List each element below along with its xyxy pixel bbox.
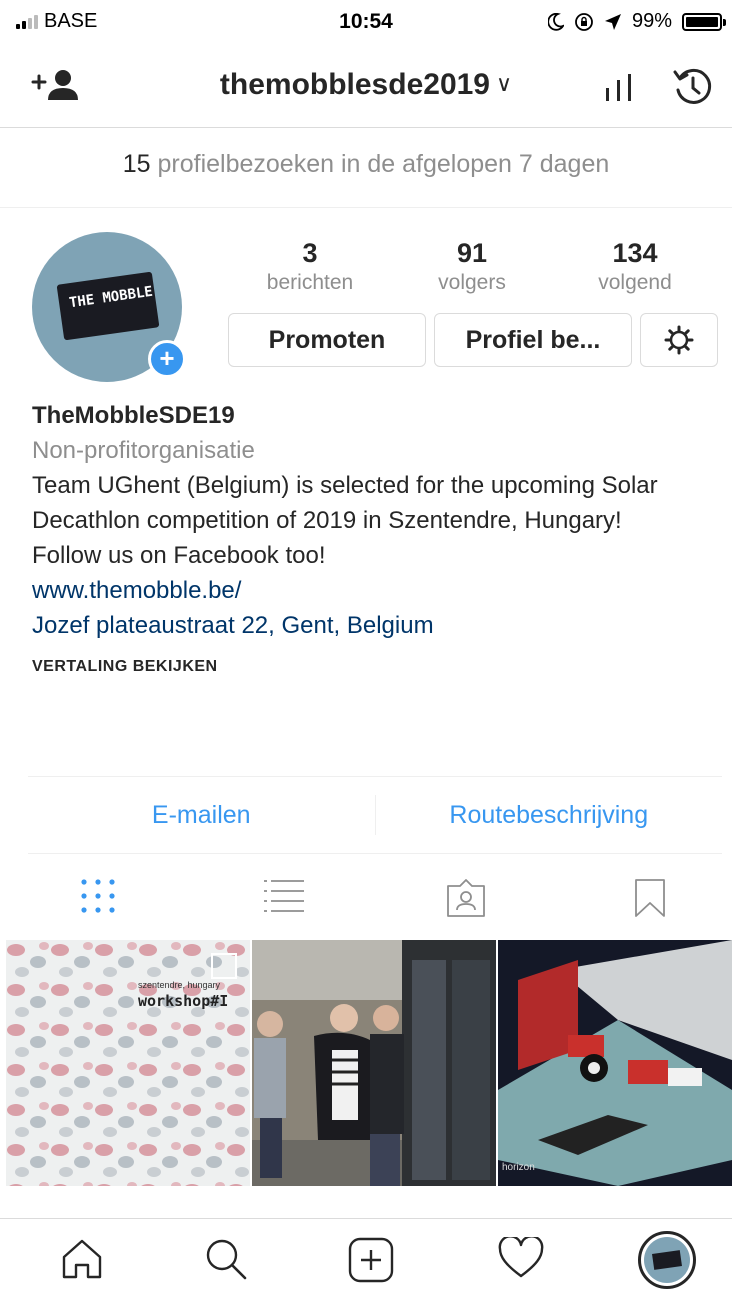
stat-label: berichten <box>266 271 354 294</box>
post-caption-small: szentendre, hungary <box>138 980 221 990</box>
search-icon[interactable] <box>204 1237 248 1281</box>
profile-tab-avatar[interactable] <box>638 1231 696 1289</box>
grid-view-icon[interactable] <box>80 878 116 914</box>
chevron-down-icon: ∨ <box>496 71 513 96</box>
insights-icon[interactable] <box>604 72 636 102</box>
stat-value: 91 <box>456 238 488 268</box>
visit-text: profielbezoeken in de afgelopen 7 dagen <box>157 150 610 178</box>
post-thumbnail[interactable] <box>252 940 496 1186</box>
rotation-lock-icon <box>575 12 593 31</box>
list-view-icon[interactable] <box>264 878 304 914</box>
bio-description: Team UGhent (Belgium) is selected for th… <box>32 472 658 534</box>
translate-link[interactable]: VERTALING BEKIJKEN <box>32 649 722 684</box>
email-button[interactable]: E-mailen <box>28 801 375 830</box>
stat-followers[interactable]: 91 volgers <box>402 238 542 295</box>
profile-bio: TheMobbleSDE19 Non-profitorganisatie Tea… <box>32 398 722 684</box>
stat-posts[interactable]: 3 berichten <box>240 238 380 295</box>
bio-follow-line: Follow us on Facebook too! <box>32 542 326 569</box>
stat-label: volgend <box>598 271 672 294</box>
archive-icon[interactable] <box>672 66 714 108</box>
post-thumbnail[interactable]: szentendre, hungary workshop#I <box>6 940 250 1186</box>
post-image-render <box>498 940 732 1186</box>
battery-percent: 99% <box>631 10 672 32</box>
address-link[interactable]: Jozef plateaustraat 22, Gent, Belgium <box>32 608 722 643</box>
post-caption-title: workshop#I <box>138 992 229 1010</box>
add-story-icon[interactable]: + <box>148 340 186 378</box>
stat-value: 3 <box>302 238 318 268</box>
profile-view-tabs <box>0 856 732 940</box>
post-image-photo <box>252 940 496 1186</box>
heart-icon[interactable] <box>498 1237 544 1279</box>
contact-buttons: E-mailen Routebeschrijving <box>28 776 722 854</box>
battery-icon <box>682 12 726 31</box>
moon-icon <box>547 12 564 31</box>
saved-icon[interactable] <box>634 878 666 918</box>
location-icon <box>604 13 621 30</box>
new-post-icon[interactable] <box>348 1237 394 1283</box>
profile-header: themobblesde2019 ∨ <box>0 48 732 128</box>
stat-value: 134 <box>612 238 658 268</box>
post-caption-small: horizon <box>502 1162 535 1173</box>
status-bar: BASE 10:54 99% <box>0 0 732 48</box>
post-thumbnail[interactable]: horizon <box>498 940 732 1186</box>
visit-count: 15 <box>122 150 151 178</box>
settings-button[interactable] <box>640 313 718 367</box>
edit-profile-button[interactable]: Profiel be... <box>434 313 632 367</box>
username-title: themobblesde2019 <box>219 68 490 101</box>
stat-following[interactable]: 134 volgend <box>565 238 705 295</box>
gear-icon <box>664 325 694 355</box>
post-grid: szentendre, hungary workshop#I horizon <box>0 940 732 1186</box>
profile-tab-avatar-image <box>644 1237 690 1283</box>
profile-visits-banner[interactable]: 15 profielbezoeken in de afgelopen 7 dag… <box>0 128 732 208</box>
promote-button[interactable]: Promoten <box>228 313 426 367</box>
post-image-pattern <box>6 940 250 1186</box>
home-icon[interactable] <box>60 1237 104 1281</box>
avatar-logo-text: THE MOBBLE <box>68 283 154 312</box>
profile-name: TheMobbleSDE19 <box>32 402 235 429</box>
directions-button[interactable]: Routebeschrijving <box>376 801 723 830</box>
bottom-tab-bar <box>0 1218 732 1303</box>
status-indicators: 99% <box>547 10 726 33</box>
website-link[interactable]: www.themobble.be/ <box>32 573 722 608</box>
profile-category: Non-profitorganisatie <box>32 437 255 464</box>
avatar-logo-box: THE MOBBLE <box>56 271 160 341</box>
stat-label: volgers <box>438 271 506 294</box>
tagged-icon[interactable] <box>446 878 486 918</box>
